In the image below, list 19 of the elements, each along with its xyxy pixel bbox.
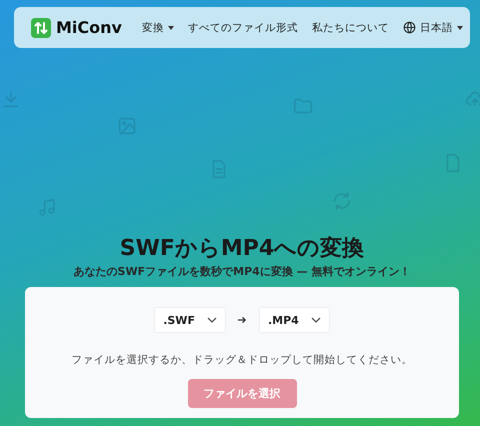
page-subtitle: あなたのSWFファイルを数秒でMP4に変換 — 無料でオンライン！: [74, 264, 410, 279]
language-selector[interactable]: 日本語: [402, 20, 463, 34]
caret-icon: [168, 26, 174, 30]
page-title: SWFからMP4への変換: [120, 234, 364, 263]
sync-icon: [331, 190, 353, 212]
logo-text[interactable]: MiConv: [56, 18, 122, 37]
instruction-text: ファイルを選択するか、ドラッグ＆ドロップして開始してください。: [72, 353, 412, 367]
caret-icon: [456, 26, 463, 30]
format-dropdown[interactable]: .MP4: [258, 307, 330, 333]
chevron-icon: [310, 317, 321, 323]
nav-link[interactable]: 変換: [142, 20, 174, 34]
globe-icon: [402, 21, 416, 34]
format-dropdown[interactable]: .SWF: [154, 307, 226, 333]
nav-link[interactable]: すべてのファイル形式: [188, 20, 298, 34]
image-icon: [116, 115, 138, 137]
nav-link[interactable]: 私たちについて: [312, 20, 389, 34]
logo-icon[interactable]: [31, 18, 51, 38]
arrow-icon: [238, 316, 247, 324]
chevron-icon: [206, 317, 217, 323]
